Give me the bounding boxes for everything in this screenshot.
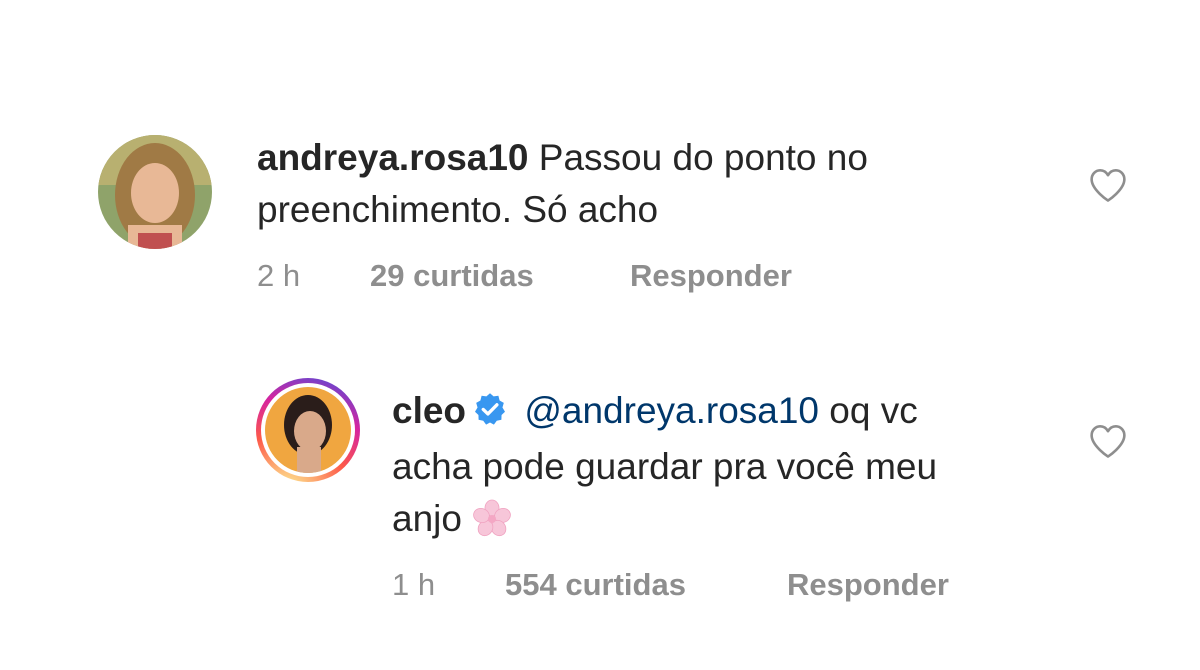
avatar-image xyxy=(98,135,212,249)
comment-1-reply-button[interactable]: Responder xyxy=(630,258,792,294)
comment-1-likes[interactable]: 29 curtidas xyxy=(370,258,630,294)
avatar-andreya[interactable] xyxy=(98,135,212,249)
cherry-blossom-emoji xyxy=(472,499,512,553)
verified-badge-icon xyxy=(472,389,508,441)
comment-2-likes[interactable]: 554 curtidas xyxy=(505,567,787,603)
comment-1-username[interactable]: andreya.rosa10 xyxy=(257,137,529,178)
heart-icon[interactable] xyxy=(1088,423,1128,459)
avatar-cleo[interactable] xyxy=(256,378,360,482)
comment-2-text-line3: anjo xyxy=(392,498,462,539)
comment-2-text: cleo @andreya.rosa10 oq vc acha pode gua… xyxy=(392,385,1092,553)
avatar-image xyxy=(265,387,351,473)
comment-1-time: 2 h xyxy=(257,258,301,293)
comment-2-meta: 1 h 554 curtidas Responder xyxy=(392,567,949,603)
comment-2-text-line2: acha pode guardar pra você meu xyxy=(392,446,938,487)
heart-icon[interactable] xyxy=(1088,167,1128,203)
mention-link[interactable]: @andreya.rosa10 xyxy=(524,390,819,431)
comment-2-reply-button[interactable]: Responder xyxy=(787,567,949,603)
comment-2-text-line1: oq vc xyxy=(829,390,918,431)
comment-2-username[interactable]: cleo xyxy=(392,390,466,431)
comment-1-text: andreya.rosa10 Passou do ponto no preenc… xyxy=(257,132,1037,236)
comment-1-text-line1: Passou do ponto no xyxy=(538,137,868,178)
comment-1-meta: 2 h 29 curtidas Responder xyxy=(257,258,792,294)
comment-2-time: 1 h xyxy=(392,567,436,602)
comment-1-text-line2: preenchimento. Só acho xyxy=(257,189,659,230)
